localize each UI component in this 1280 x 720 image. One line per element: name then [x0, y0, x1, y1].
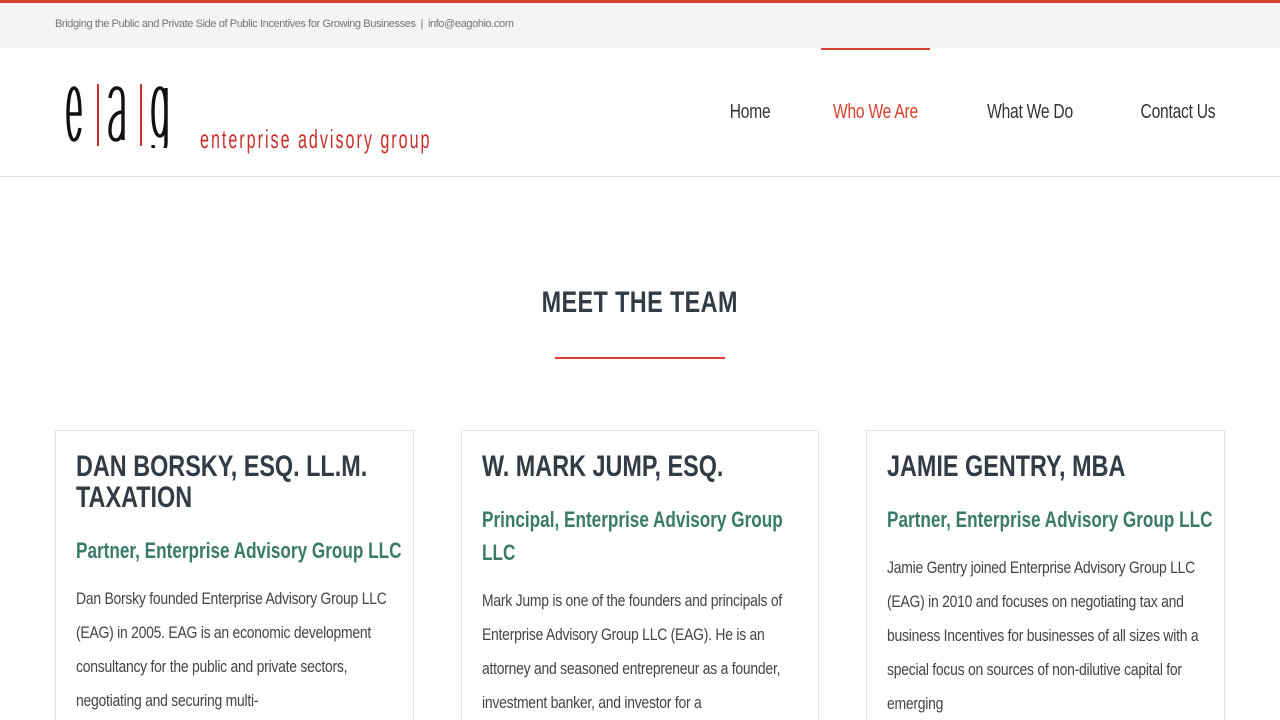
- bio-text: Jamie Gentry joined Enterprise Advisory …: [887, 558, 1199, 713]
- logo-mark: [66, 78, 176, 148]
- team-member-role: Principal, Enterprise Advisory Group LLC: [482, 503, 792, 569]
- name-text: JAMIE GENTRY, MBA: [887, 450, 1126, 483]
- bio-text: Mark Jump is one of the founders and pri…: [482, 591, 782, 712]
- role-text: Partner, Enterprise Advisory Group LLC: [887, 507, 1213, 532]
- tagline: Bridging the Public and Private Side of …: [55, 18, 416, 30]
- nav-item-what-we-do[interactable]: What We Do: [975, 48, 1085, 177]
- team-member-role: Partner, Enterprise Advisory Group LLC: [76, 534, 413, 567]
- section-title-text: MEET THE TEAM: [541, 286, 739, 319]
- team-card-borsky: DAN BORSKY, ESQ. LL.M. TAXATION Partner,…: [55, 430, 414, 720]
- team-member-name: JAMIE GENTRY, MBA: [887, 450, 1224, 483]
- site-header: enterprise advisory group Home Who We Ar…: [0, 48, 1280, 177]
- nav-item-contact-us[interactable]: Contact Us: [1130, 48, 1226, 177]
- nav-item-label: Contact Us: [1140, 101, 1216, 123]
- team-member-name: W. MARK JUMP, ESQ.: [482, 450, 818, 483]
- site-logo[interactable]: enterprise advisory group: [66, 78, 496, 158]
- top-bar: Bridging the Public and Private Side of …: [0, 3, 1280, 48]
- bio-text: Dan Borsky founded Enterprise Advisory G…: [76, 589, 387, 710]
- email-link[interactable]: info@eagohio.com: [428, 18, 514, 30]
- separator: |: [420, 18, 424, 30]
- team-card-gentry: JAMIE GENTRY, MBA Partner, Enterprise Ad…: [866, 430, 1225, 720]
- team-member-bio: Jamie Gentry joined Enterprise Advisory …: [887, 551, 1217, 720]
- nav-item-label: What We Do: [987, 101, 1073, 123]
- main-nav: Home Who We Are What We Do Contact Us: [679, 48, 1226, 177]
- top-bar-text: Bridging the Public and Private Side of …: [55, 18, 514, 30]
- nav-item-label: Who We Are: [833, 101, 919, 123]
- team-member-name: DAN BORSKY, ESQ. LL.M. TAXATION: [76, 450, 413, 514]
- team-member-role: Partner, Enterprise Advisory Group LLC: [887, 503, 1224, 536]
- section-title: MEET THE TEAM: [0, 286, 1280, 320]
- nav-item-home[interactable]: Home: [724, 48, 776, 177]
- team-card-jump: W. MARK JUMP, ESQ. Principal, Enterprise…: [461, 430, 819, 720]
- role-text: Principal, Enterprise Advisory Group LLC: [482, 507, 783, 565]
- title-separator: [555, 357, 725, 359]
- logo-mark-graphic: [66, 84, 168, 148]
- nav-item-who-we-are[interactable]: Who We Are: [821, 48, 930, 177]
- nav-item-label: Home: [729, 101, 771, 123]
- role-text: Partner, Enterprise Advisory Group LLC: [76, 538, 402, 563]
- logo-text: enterprise advisory group: [200, 124, 432, 154]
- name-text: DAN BORSKY, ESQ. LL.M. TAXATION: [76, 450, 368, 514]
- team-member-bio: Mark Jump is one of the founders and pri…: [482, 584, 812, 720]
- name-text: W. MARK JUMP, ESQ.: [482, 450, 724, 483]
- team-member-bio: Dan Borsky founded Enterprise Advisory G…: [76, 582, 406, 718]
